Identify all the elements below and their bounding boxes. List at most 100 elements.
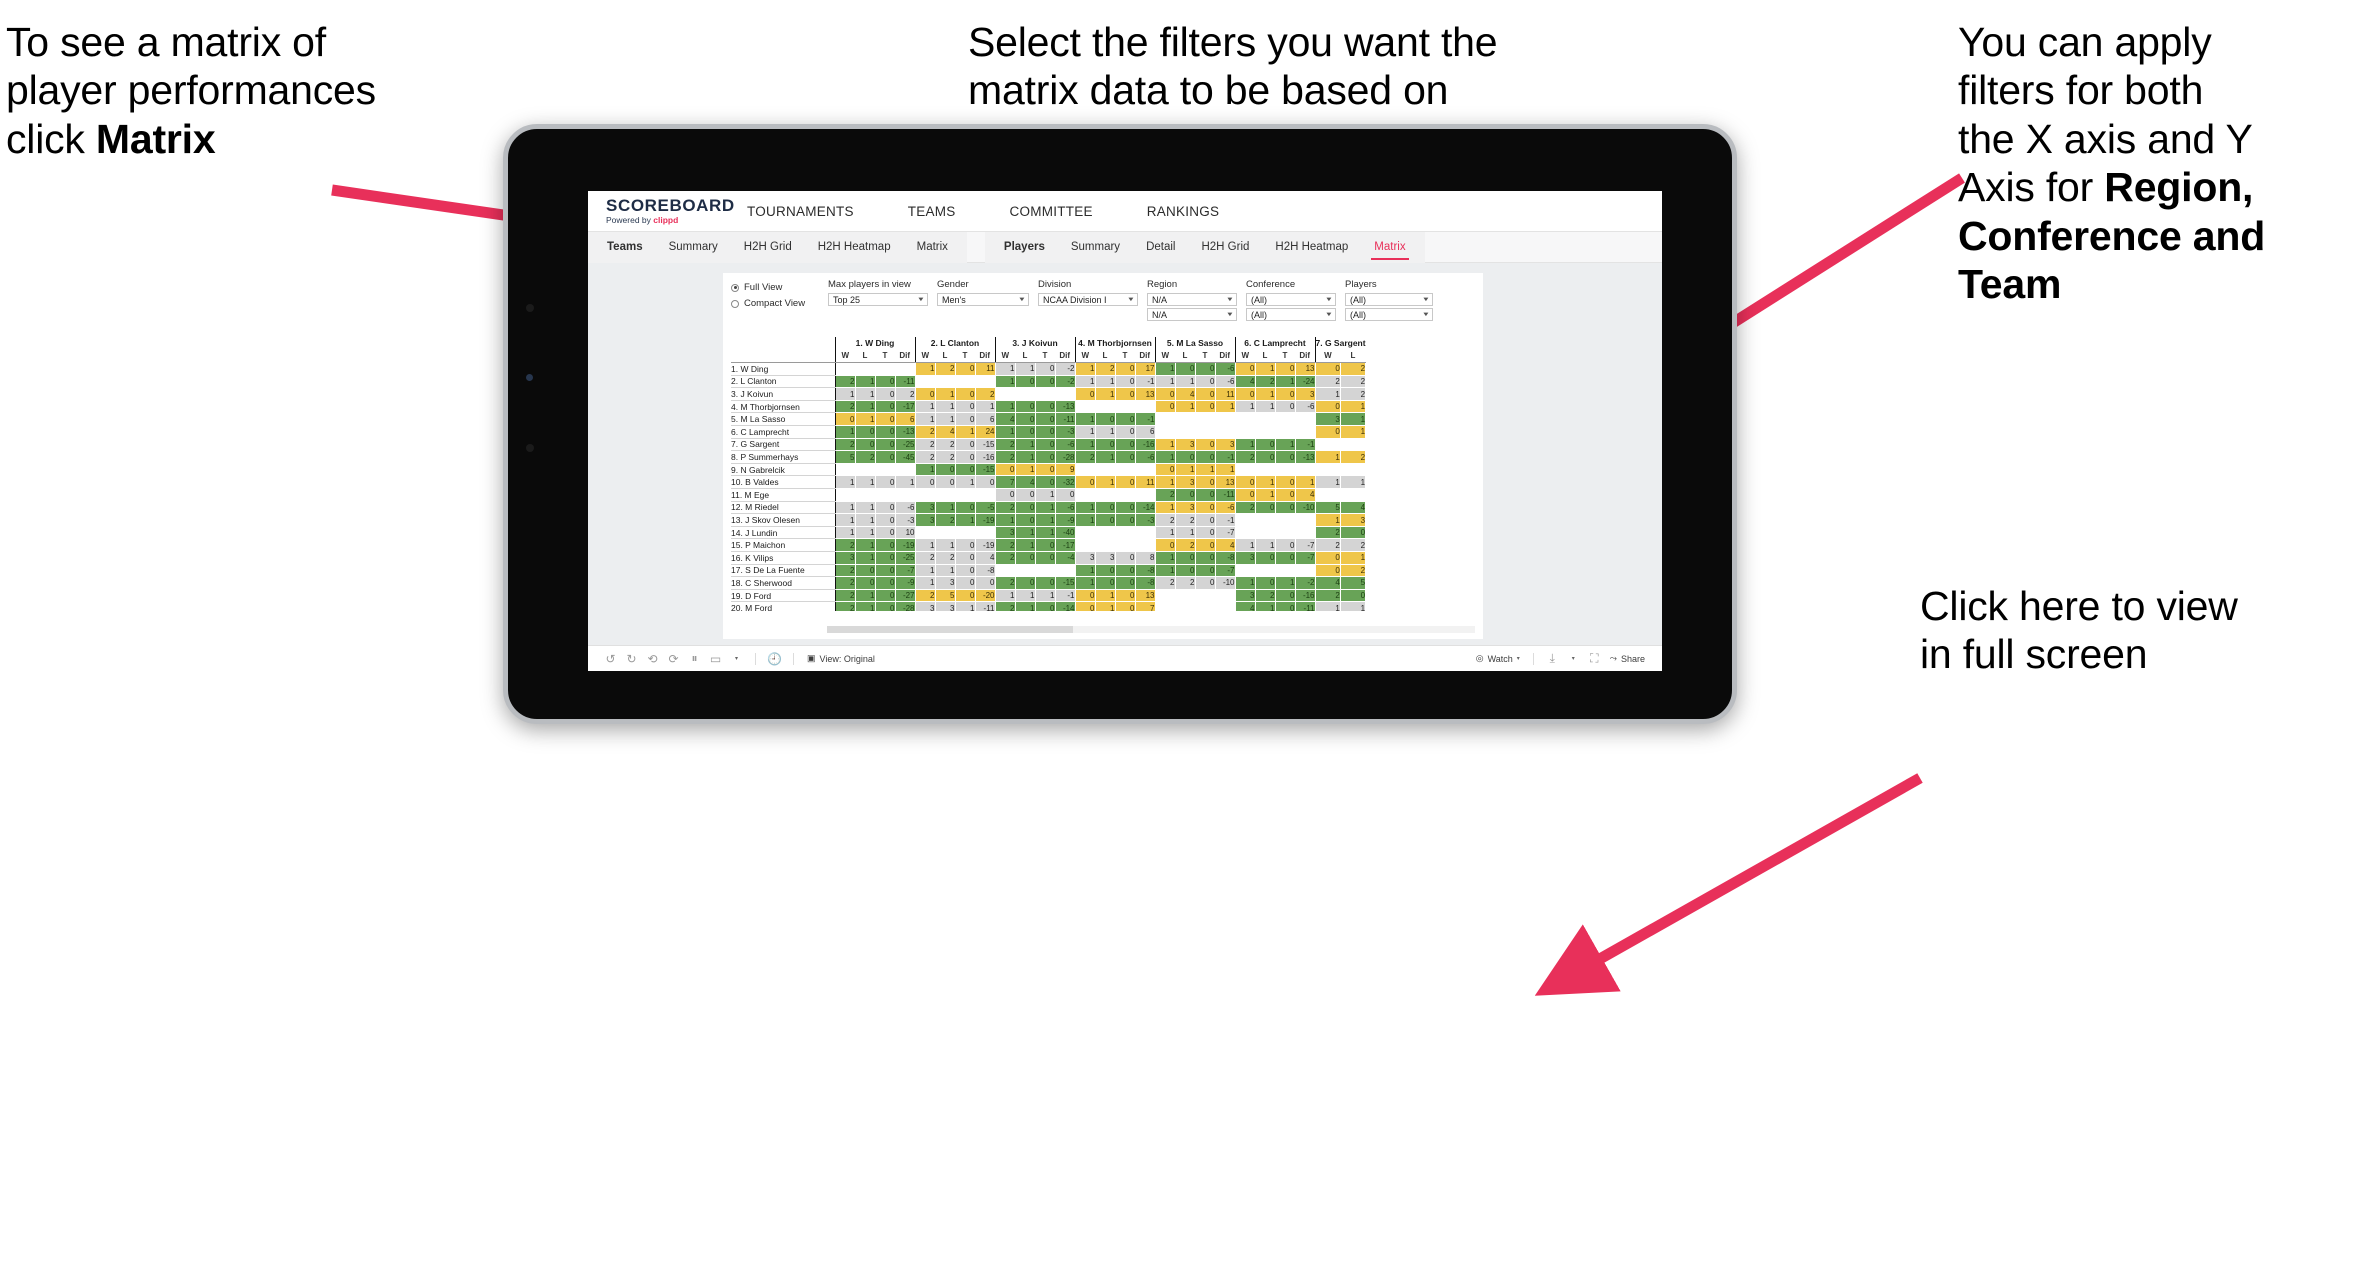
matrix-cell[interactable]: 1 — [914, 362, 936, 376]
matrix-cell[interactable]: 2 — [994, 538, 1016, 552]
matrix-cell[interactable]: -7 — [1295, 538, 1316, 552]
matrix-cell[interactable] — [1035, 564, 1056, 578]
matrix-cell[interactable] — [1015, 387, 1036, 401]
matrix-cell[interactable] — [955, 375, 976, 389]
matrix-cell[interactable]: 2 — [935, 438, 956, 452]
matrix-cell[interactable] — [1215, 589, 1236, 603]
matrix-cell[interactable]: 0 — [1154, 463, 1176, 477]
matrix-cell[interactable]: -19 — [975, 513, 996, 527]
matrix-cell[interactable]: 4 — [1234, 375, 1256, 389]
matrix-cell[interactable]: -11 — [975, 601, 996, 611]
matrix-cell[interactable]: 1 — [1074, 375, 1096, 389]
matrix-cell[interactable]: 1 — [1340, 412, 1367, 427]
matrix-cell[interactable]: -3 — [1055, 425, 1076, 439]
matrix-cell[interactable]: 0 — [1195, 450, 1216, 464]
matrix-cell[interactable]: 0 — [1275, 475, 1296, 490]
matrix-cell[interactable]: 2 — [895, 387, 916, 401]
matrix-cell[interactable]: 1 — [914, 538, 936, 552]
matrix-cell[interactable]: -6 — [1215, 501, 1236, 515]
matrix-cell[interactable]: -15 — [975, 438, 996, 452]
matrix-cell[interactable] — [1035, 387, 1056, 401]
matrix-cell[interactable]: 0 — [1195, 375, 1216, 389]
matrix-cell[interactable]: 0 — [875, 450, 896, 464]
matrix-cell[interactable]: 0 — [1314, 551, 1341, 565]
matrix-cell[interactable] — [1195, 601, 1216, 611]
matrix-cell[interactable]: 1 — [1234, 400, 1256, 414]
matrix-cell[interactable] — [1340, 438, 1367, 452]
matrix-cell[interactable] — [1154, 425, 1176, 439]
matrix-cell[interactable]: 0 — [1015, 513, 1036, 527]
view-original-button[interactable]: ▣ View: Original — [802, 653, 880, 664]
matrix-cell[interactable] — [1275, 564, 1296, 578]
matrix-cell[interactable]: -14 — [1055, 601, 1076, 611]
subtab-teams[interactable]: Teams — [594, 232, 656, 263]
subtab-players[interactable]: Players — [991, 232, 1058, 263]
matrix-cell[interactable]: 2 — [935, 551, 956, 565]
nav-committee[interactable]: COMMITTEE — [983, 191, 1120, 232]
matrix-cell[interactable] — [975, 526, 996, 540]
matrix-cell[interactable]: 0 — [875, 400, 896, 414]
matrix-cell[interactable]: 0 — [1015, 375, 1036, 389]
matrix-cell[interactable]: 1 — [1015, 450, 1036, 464]
matrix-cell[interactable]: -16 — [975, 450, 996, 464]
radio-full-view[interactable]: Full View — [731, 281, 819, 294]
matrix-cell[interactable]: 2 — [1255, 375, 1276, 389]
matrix-cell[interactable] — [1095, 488, 1116, 502]
matrix-cell[interactable]: 1 — [1015, 362, 1036, 376]
matrix-cell[interactable]: 0 — [955, 551, 976, 565]
matrix-cell[interactable]: 1 — [1234, 538, 1256, 552]
matrix-cell[interactable]: 1 — [1255, 538, 1276, 552]
matrix-cell[interactable]: 1 — [855, 501, 876, 515]
matrix-cell[interactable]: 0 — [1175, 362, 1196, 376]
refresh-icon[interactable]: ⟳ — [663, 646, 684, 672]
matrix-cell[interactable]: 0 — [1275, 501, 1296, 515]
matrix-cell[interactable] — [1275, 425, 1296, 439]
matrix-cell[interactable]: 4 — [1215, 538, 1236, 552]
subtab-players-h2h-heatmap[interactable]: H2H Heatmap — [1262, 232, 1361, 263]
matrix-cell[interactable] — [1095, 526, 1116, 540]
matrix-cell[interactable]: 0 — [1115, 375, 1136, 389]
watch-button[interactable]: ◎ Watch ▾ — [1471, 653, 1525, 664]
matrix-cell[interactable]: 0 — [1195, 551, 1216, 565]
matrix-cell[interactable]: 0 — [955, 412, 976, 427]
matrix-cell[interactable]: 1 — [1255, 601, 1276, 611]
matrix-cell[interactable]: 0 — [875, 425, 896, 439]
subtab-players-summary[interactable]: Summary — [1058, 232, 1133, 263]
matrix-cell[interactable]: 6 — [1135, 425, 1156, 439]
matrix-cell[interactable]: 0 — [955, 438, 976, 452]
matrix-cell[interactable]: 0 — [1035, 450, 1056, 464]
matrix-cell[interactable]: -6 — [1055, 501, 1076, 515]
matrix-cell[interactable] — [1074, 538, 1096, 552]
matrix-cell[interactable]: 1 — [1340, 425, 1367, 439]
matrix-cell[interactable]: 1 — [1340, 551, 1367, 565]
matrix-cell[interactable]: 13 — [1215, 475, 1236, 490]
matrix-cell[interactable]: 1 — [1175, 400, 1196, 414]
matrix-cell[interactable]: -11 — [1295, 601, 1316, 611]
matrix-cell[interactable]: 24 — [975, 425, 996, 439]
matrix-cell[interactable]: 4 — [1234, 601, 1256, 611]
matrix-cell[interactable] — [895, 463, 916, 477]
matrix-cell[interactable]: 13 — [1295, 362, 1316, 376]
matrix-cell[interactable]: 1 — [994, 400, 1016, 414]
matrix-cell[interactable]: 4 — [1175, 387, 1196, 401]
matrix-cell[interactable]: 1 — [914, 400, 936, 414]
matrix-cell[interactable] — [1314, 438, 1341, 452]
pause-icon[interactable]: ⏸ — [684, 646, 705, 672]
matrix-cell[interactable]: 2 — [1255, 589, 1276, 603]
matrix-cell[interactable]: 1 — [1234, 438, 1256, 452]
matrix-cell[interactable] — [855, 362, 876, 376]
matrix-cell[interactable]: 0 — [1275, 589, 1296, 603]
matrix-cell[interactable]: 1 — [1255, 400, 1276, 414]
matrix-cell[interactable]: -13 — [1295, 450, 1316, 464]
matrix-cell[interactable]: 1 — [855, 538, 876, 552]
download-icon[interactable]: ⤓ — [1542, 646, 1563, 672]
matrix-cell[interactable]: 0 — [1314, 400, 1341, 414]
fullscreen-icon[interactable]: ⛶ — [1584, 646, 1605, 672]
matrix-cell[interactable] — [1275, 412, 1296, 427]
matrix-cell[interactable]: 0 — [1275, 450, 1296, 464]
matrix-cell[interactable]: 3 — [1175, 475, 1196, 490]
matrix-cell[interactable]: -15 — [1055, 576, 1076, 590]
matrix-cell[interactable]: 2 — [914, 589, 936, 603]
matrix-cell[interactable] — [1175, 425, 1196, 439]
matrix-cell[interactable]: 1 — [1035, 589, 1056, 603]
